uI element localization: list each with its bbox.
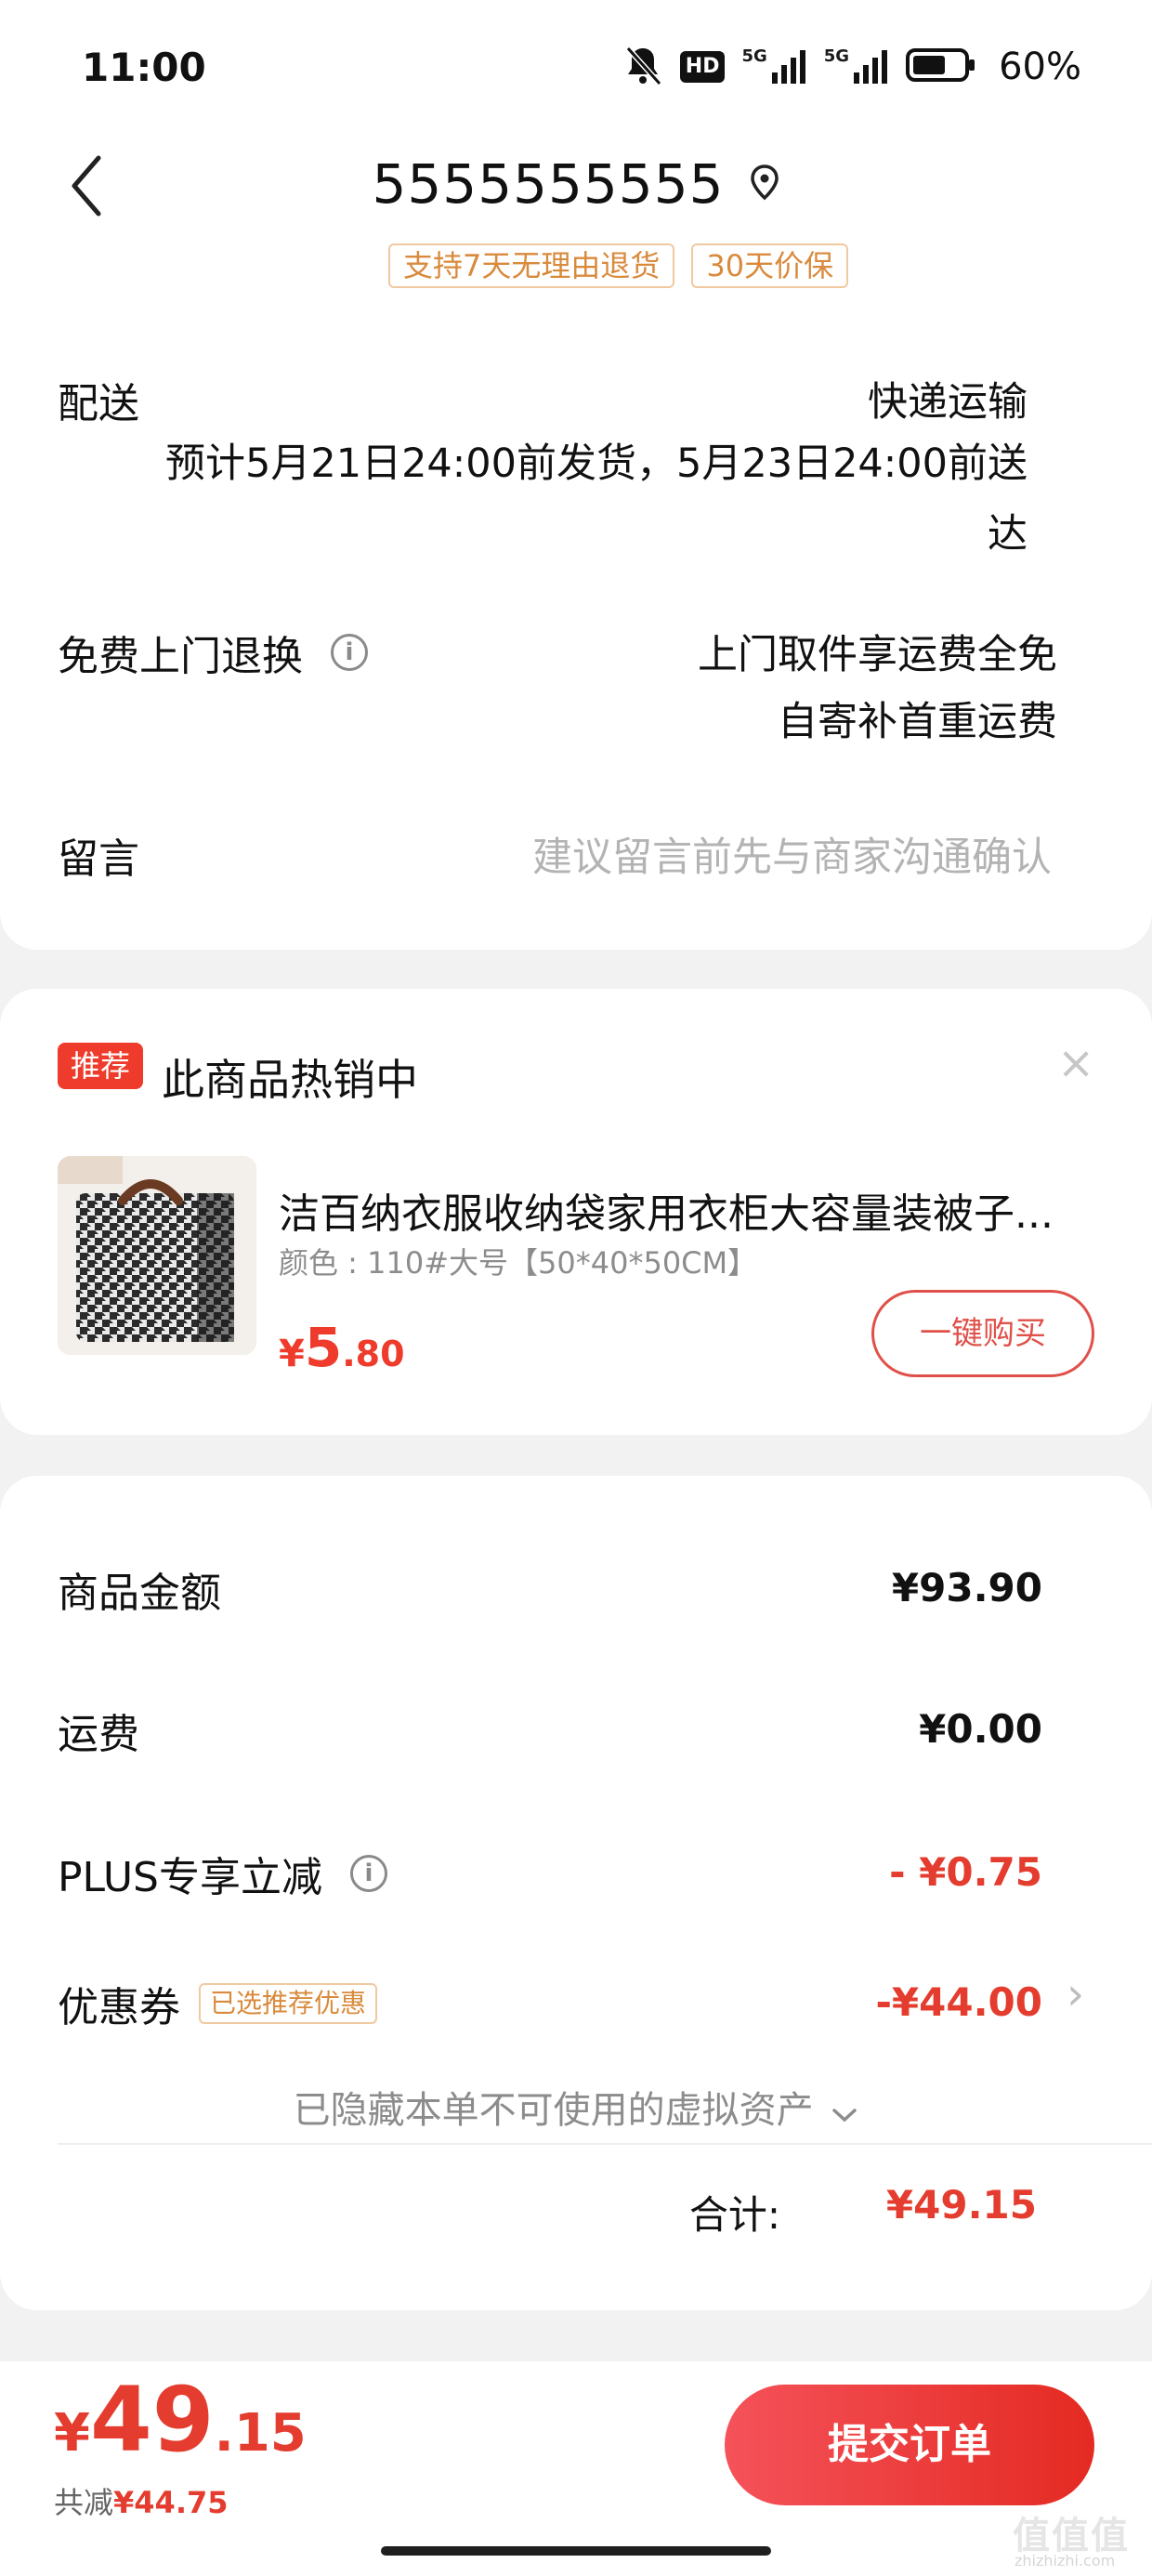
chevron-down-icon bbox=[831, 2091, 858, 2134]
total-saved: 共减¥44.75 bbox=[54, 2485, 229, 2520]
product-name[interactable]: 洁百纳衣服收纳袋家用衣柜大容量装被子... bbox=[279, 1180, 1096, 1240]
return-service-row: 免费上门退换 i bbox=[58, 623, 368, 682]
plus-discount-label: PLUS专享立减 bbox=[58, 1854, 322, 1901]
product-spec: 颜色 : 110#大号【50*40*50CM】 bbox=[279, 1245, 758, 1281]
info-icon[interactable]: i bbox=[350, 1855, 387, 1892]
signal-5g-icon-2: 5G bbox=[824, 48, 889, 85]
product-thumbnail[interactable] bbox=[58, 1156, 256, 1355]
page-title: 5555555555 bbox=[372, 152, 725, 216]
return-service-line1: 上门取件享运费全免 bbox=[698, 632, 1057, 678]
hd-icon: HD bbox=[679, 51, 726, 83]
tag-7day-return: 支持7天无理由退货 bbox=[388, 243, 675, 288]
plus-discount-value: - ¥0.75 bbox=[889, 1849, 1042, 1895]
hidden-assets-toggle[interactable]: 已隐藏本单不可使用的虚拟资产 bbox=[0, 2080, 1152, 2134]
payable-price: ¥49.15 bbox=[54, 2368, 307, 2472]
delivery-label: 配送 bbox=[58, 380, 139, 427]
return-service-label: 免费上门退换 bbox=[58, 633, 303, 680]
battery-icon bbox=[906, 46, 976, 87]
bell-muted-icon bbox=[622, 43, 663, 91]
close-icon[interactable]: × bbox=[1057, 1037, 1094, 1089]
coupon-row[interactable]: 优惠券 已选推荐优惠 bbox=[58, 1974, 378, 2033]
status-icons: HD 5G 5G 60% bbox=[622, 41, 1081, 93]
address-title[interactable]: 5555555555 bbox=[0, 147, 1152, 221]
goods-amount-label: 商品金额 bbox=[58, 1570, 221, 1617]
chevron-right-icon[interactable]: › bbox=[1067, 1968, 1084, 2020]
product-price: ¥5.80 bbox=[279, 1316, 405, 1379]
plus-discount-row: PLUS专享立减 i bbox=[58, 1844, 387, 1903]
tag-price-protect: 30天价保 bbox=[691, 243, 849, 288]
delivery-estimate[interactable]: 预计5月21日24:00前发货，5月23日24:00前送 达 bbox=[98, 431, 1028, 559]
delivery-estimate-line1: 预计5月21日24:00前发货，5月23日24:00前送 bbox=[165, 440, 1028, 487]
recommend-title: 此商品热销中 bbox=[162, 1055, 418, 1105]
freight-label: 运费 bbox=[58, 1711, 139, 1758]
status-time: 11:00 bbox=[82, 45, 206, 90]
submit-order-button[interactable]: 提交订单 bbox=[725, 2385, 1094, 2505]
coupon-label: 优惠券 bbox=[58, 1984, 180, 2031]
coupon-selected-tag: 已选推荐优惠 bbox=[199, 1983, 378, 2024]
total-label: 合计: bbox=[688, 2192, 780, 2238]
total-value: ¥49.15 bbox=[885, 2182, 1037, 2228]
message-input[interactable]: 建议留言前先与商家沟通确认 bbox=[532, 825, 1052, 883]
recommend-badge: 推荐 bbox=[58, 1043, 143, 1089]
coupon-value[interactable]: -¥44.00 bbox=[875, 1979, 1042, 2025]
delivery-estimate-line2: 达 bbox=[988, 511, 1028, 558]
battery-percent: 60% bbox=[999, 46, 1081, 88]
goods-amount-value: ¥93.90 bbox=[891, 1565, 1042, 1610]
freight-value: ¥0.00 bbox=[919, 1706, 1042, 1752]
info-icon[interactable]: i bbox=[331, 634, 368, 671]
return-service-line2: 自寄补首重运费 bbox=[778, 699, 1057, 745]
hidden-assets-label: 已隐藏本单不可使用的虚拟资产 bbox=[293, 2089, 814, 2132]
location-pin-icon bbox=[749, 164, 780, 204]
quick-buy-button[interactable]: 一键购买 bbox=[871, 1290, 1094, 1377]
watermark-url: zhizhizhi.com bbox=[1015, 2552, 1116, 2569]
message-label: 留言 bbox=[58, 835, 139, 883]
delivery-method[interactable]: 快递运输 bbox=[868, 370, 1028, 427]
divider bbox=[58, 2143, 1152, 2145]
signal-5g-icon: 5G bbox=[741, 48, 806, 85]
service-tags: 支持7天无理由退货 30天价保 bbox=[388, 243, 849, 288]
home-indicator[interactable] bbox=[381, 2546, 771, 2556]
